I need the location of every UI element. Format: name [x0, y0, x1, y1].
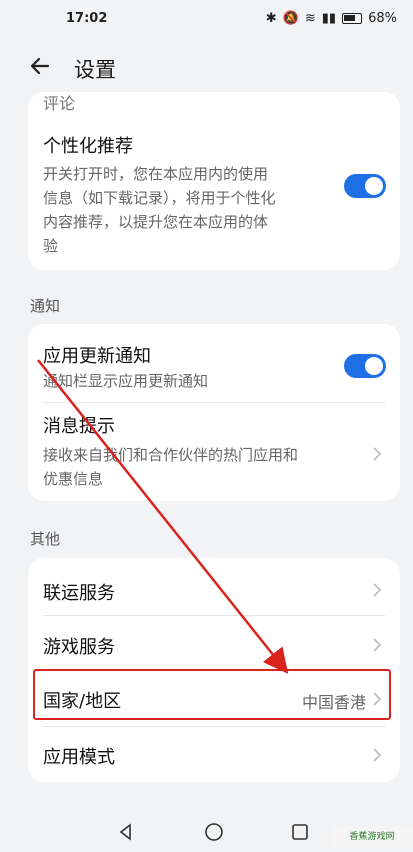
- status-time: 17:02: [66, 11, 108, 26]
- update-notify-desc: 通知栏显示应用更新通知: [43, 372, 209, 390]
- personal-recommend-title: 个性化推荐: [43, 136, 133, 157]
- message-tip-title: 消息提示: [43, 416, 115, 437]
- list-item-label: 游戏服务: [43, 637, 115, 658]
- list-item-union-service[interactable]: 联运服务: [28, 558, 400, 614]
- update-notify-toggle[interactable]: [344, 354, 386, 378]
- list-item-label: 联运服务: [43, 583, 115, 604]
- update-notify-title: 应用更新通知: [43, 346, 151, 367]
- list-item-game-service[interactable]: 游戏服务: [28, 615, 400, 670]
- message-tip-desc-1: 接收来自我们和合作伙伴的热门应用和: [43, 446, 299, 464]
- battery-icon: [342, 13, 363, 24]
- chevron-right-icon: [373, 638, 382, 652]
- personal-recommend-desc-4: 验: [43, 237, 59, 255]
- nav-back-icon[interactable]: [116, 822, 136, 842]
- personalization-card: 评论 个性化推荐 开关打开时，您在本应用内的使用 信息（如下载记录），将用于个性…: [28, 92, 400, 270]
- message-tip-desc-2: 优惠信息: [43, 470, 104, 488]
- mute-icon: 🔕: [282, 11, 299, 26]
- header: 设置: [0, 44, 413, 90]
- personal-recommend-row[interactable]: 个性化推荐 开关打开时，您在本应用内的使用 信息（如下载记录），将用于个性化 内…: [28, 128, 400, 268]
- section-notify-label: 通知: [30, 297, 61, 315]
- chevron-right-icon: [373, 447, 382, 461]
- list-item-app-mode[interactable]: 应用模式: [28, 726, 400, 782]
- personal-recommend-desc-2: 信息（如下载记录），将用于个性化: [43, 189, 276, 207]
- annotation-highlight-box: [33, 669, 391, 720]
- nav-home-icon[interactable]: [204, 822, 224, 842]
- battery-percent: 68%: [368, 11, 397, 26]
- signal-icon: ▮▮: [321, 11, 337, 26]
- bluetooth-icon: ✱: [265, 11, 277, 26]
- section-other-label: 其他: [30, 530, 61, 548]
- message-tip-row[interactable]: 消息提示 接收来自我们和合作伙伴的热门应用和 优惠信息: [28, 404, 400, 500]
- list-item-label: 应用模式: [43, 747, 115, 768]
- personal-recommend-desc-3: 内容推荐，以提升您在本应用的体: [43, 213, 269, 231]
- notification-card: 应用更新通知 通知栏显示应用更新通知 消息提示 接收来自我们和合作伙伴的热门应用…: [28, 324, 400, 501]
- back-arrow-icon[interactable]: [26, 52, 54, 80]
- page-title: 设置: [74, 58, 116, 82]
- personal-recommend-desc-1: 开关打开时，您在本应用内的使用: [43, 165, 269, 183]
- chevron-right-icon: [373, 583, 382, 597]
- divider: [43, 402, 385, 403]
- status-icons: ✱ 🔕 ≋ ▮▮ 68%: [266, 11, 397, 26]
- chevron-right-icon: [373, 748, 382, 762]
- personal-recommend-toggle[interactable]: [344, 174, 386, 198]
- wifi-icon: ≋: [304, 11, 316, 26]
- watermark: 香蕉游戏网: [331, 826, 413, 848]
- cut-off-label: 评论: [43, 94, 76, 113]
- nav-recents-icon[interactable]: [290, 822, 310, 842]
- update-notify-row[interactable]: 应用更新通知 通知栏显示应用更新通知: [28, 324, 400, 396]
- status-bar: 17:02 ✱ 🔕 ≋ ▮▮ 68%: [0, 0, 413, 36]
